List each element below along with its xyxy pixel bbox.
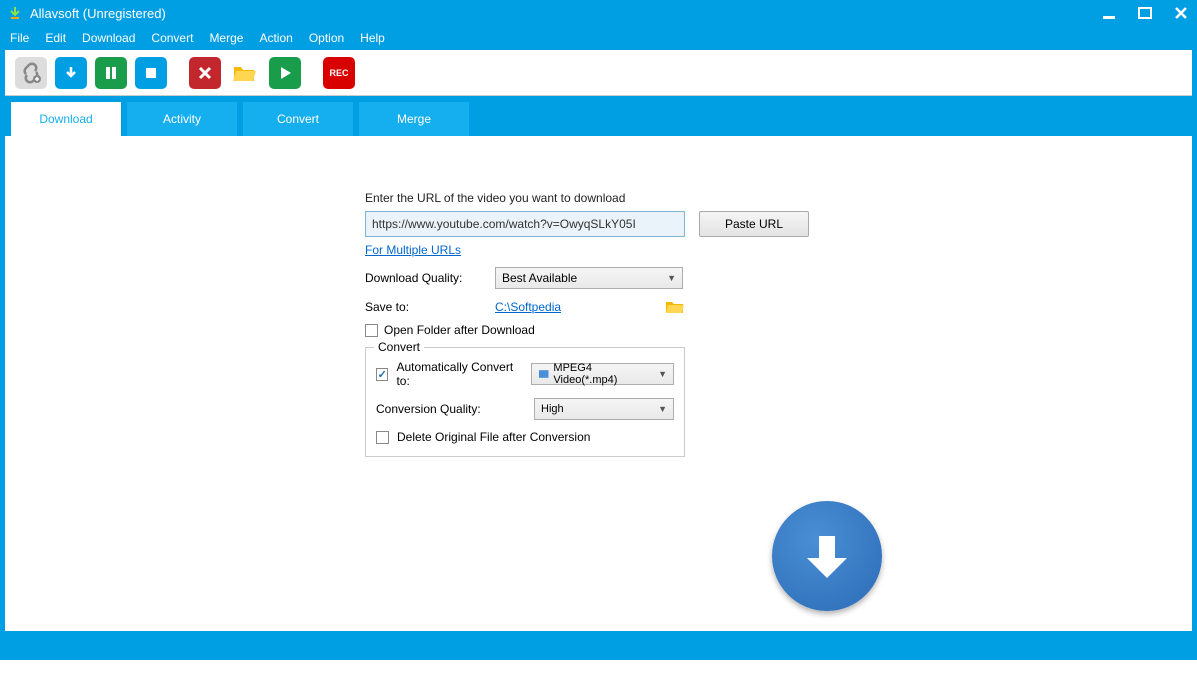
menu-file[interactable]: File bbox=[10, 31, 29, 45]
quality-select[interactable]: Best Available ▼ bbox=[495, 267, 683, 289]
big-download-button[interactable] bbox=[772, 501, 882, 611]
convert-legend: Convert bbox=[374, 340, 424, 354]
auto-convert-checkbox[interactable] bbox=[376, 368, 388, 381]
stop-icon[interactable] bbox=[135, 57, 167, 89]
auto-convert-label: Automatically Convert to: bbox=[396, 360, 523, 388]
url-prompt-label: Enter the URL of the video you want to d… bbox=[365, 191, 835, 205]
app-logo-icon bbox=[8, 6, 22, 20]
menu-merge[interactable]: Merge bbox=[209, 31, 243, 45]
delete-original-checkbox[interactable] bbox=[376, 431, 389, 444]
chevron-down-icon: ▼ bbox=[667, 273, 676, 283]
open-folder-icon[interactable] bbox=[229, 57, 261, 89]
play-icon[interactable] bbox=[269, 57, 301, 89]
format-select[interactable]: MPEG4 Video(*.mp4) ▼ bbox=[531, 363, 674, 385]
url-input[interactable] bbox=[365, 211, 685, 237]
menu-help[interactable]: Help bbox=[360, 31, 385, 45]
download-icon[interactable] bbox=[55, 57, 87, 89]
save-path-link[interactable]: C:\Softpedia bbox=[495, 300, 561, 314]
menu-download[interactable]: Download bbox=[82, 31, 135, 45]
chevron-down-icon: ▼ bbox=[658, 404, 667, 414]
minimize-icon[interactable] bbox=[1101, 5, 1117, 21]
quality-label: Download Quality: bbox=[365, 271, 495, 285]
cancel-icon[interactable] bbox=[189, 57, 221, 89]
multiple-urls-link[interactable]: For Multiple URLs bbox=[365, 243, 461, 257]
conversion-quality-label: Conversion Quality: bbox=[376, 402, 526, 416]
tab-merge[interactable]: Merge bbox=[359, 102, 469, 136]
window-title: Allavsoft (Unregistered) bbox=[30, 6, 1101, 21]
menu-convert[interactable]: Convert bbox=[151, 31, 193, 45]
delete-original-label: Delete Original File after Conversion bbox=[397, 430, 590, 444]
menu-action[interactable]: Action bbox=[259, 31, 292, 45]
status-bar bbox=[5, 631, 1192, 655]
maximize-icon[interactable] bbox=[1137, 5, 1153, 21]
link-icon[interactable] bbox=[15, 57, 47, 89]
chevron-down-icon: ▼ bbox=[658, 369, 667, 379]
video-icon bbox=[538, 368, 549, 380]
tab-download[interactable]: Download bbox=[11, 102, 121, 136]
tab-convert[interactable]: Convert bbox=[243, 102, 353, 136]
open-folder-checkbox[interactable] bbox=[365, 324, 378, 337]
record-button[interactable]: REC bbox=[323, 57, 355, 89]
save-to-label: Save to: bbox=[365, 300, 495, 314]
open-folder-label: Open Folder after Download bbox=[384, 323, 535, 337]
close-icon[interactable] bbox=[1173, 5, 1189, 21]
menubar: File Edit Download Convert Merge Action … bbox=[0, 26, 1197, 50]
menu-edit[interactable]: Edit bbox=[45, 31, 66, 45]
paste-url-button[interactable]: Paste URL bbox=[699, 211, 809, 237]
folder-icon[interactable] bbox=[665, 299, 685, 315]
tab-activity[interactable]: Activity bbox=[127, 102, 237, 136]
download-arrow-icon bbox=[797, 526, 857, 586]
conversion-quality-select[interactable]: High ▼ bbox=[534, 398, 674, 420]
pause-icon[interactable] bbox=[95, 57, 127, 89]
menu-option[interactable]: Option bbox=[309, 31, 344, 45]
